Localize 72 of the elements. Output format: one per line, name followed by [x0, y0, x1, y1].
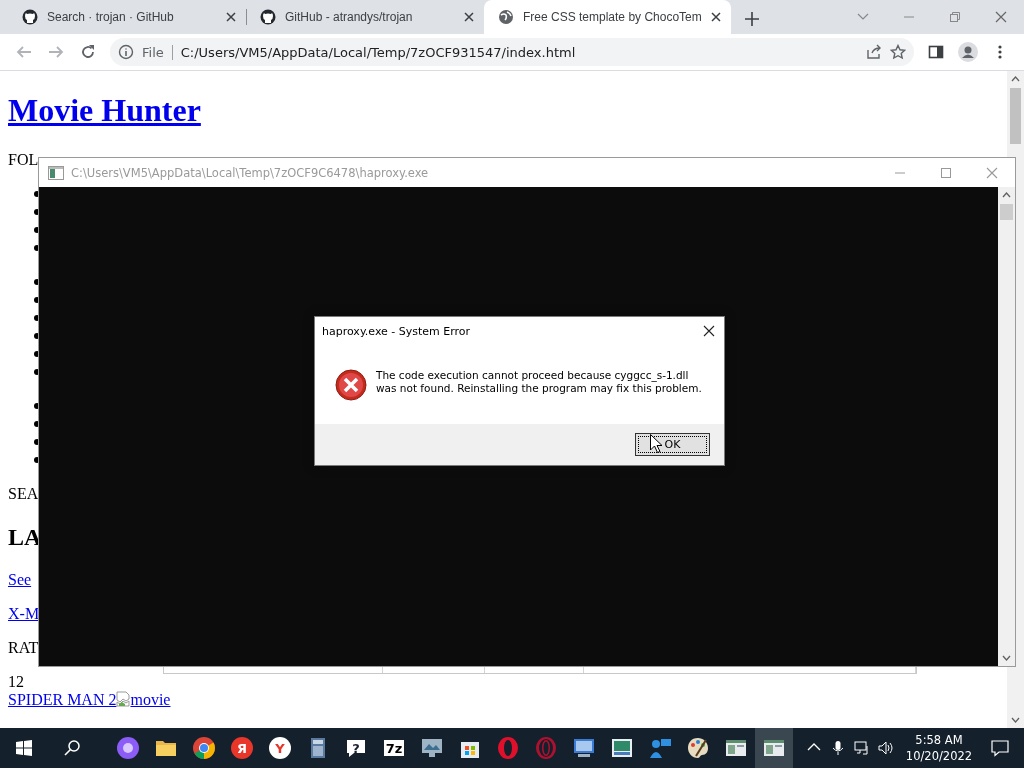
scrollbar-thumb[interactable]	[1010, 88, 1021, 144]
letter-icon: Я	[230, 736, 254, 760]
mouse-cursor-icon	[650, 434, 662, 453]
notification-icon[interactable]	[991, 739, 1009, 757]
start-icon	[16, 740, 32, 756]
browser-tab[interactable]: GitHub - atrandys/trojan	[246, 0, 484, 34]
close-icon[interactable]	[710, 12, 721, 22]
ok-button[interactable]: OK	[635, 433, 710, 456]
broken-image-icon	[116, 690, 131, 707]
taskbar-button[interactable]: 7z	[375, 728, 413, 768]
page-text: 12	[8, 672, 25, 691]
ring-icon	[496, 736, 520, 760]
cat-icon	[22, 9, 38, 25]
new-tab-icon[interactable]	[744, 12, 759, 26]
clock[interactable]: 5:58 AM 10/20/2022	[902, 732, 976, 764]
people-icon	[648, 736, 672, 760]
scrollbar[interactable]	[998, 187, 1015, 666]
browser-tab[interactable]: Search · trojan · GitHub	[8, 0, 246, 34]
scroll-up-icon[interactable]	[1002, 192, 1011, 198]
page-link[interactable]: See	[8, 570, 32, 588]
taskbar-button[interactable]	[755, 728, 793, 768]
scroll-down-icon[interactable]	[1002, 655, 1011, 661]
globe-icon	[498, 9, 514, 25]
browser-tab[interactable]: Free CSS template by ChocoTem	[484, 0, 731, 34]
error-icon	[335, 368, 367, 401]
sidebar-icon[interactable]	[928, 44, 944, 60]
window-title: C:\Users\VM5\AppData\Local\Temp\7zOCF9C6478\haproxy.exe	[71, 165, 430, 180]
page-link[interactable]: X-M	[8, 604, 40, 622]
page-text: SEA	[8, 484, 40, 503]
info-icon	[118, 44, 134, 60]
taskbar-button[interactable]: Y	[261, 728, 299, 768]
scroll-down-icon[interactable]	[1011, 717, 1020, 723]
microphone-icon[interactable]	[830, 740, 846, 756]
scrollbar-thumb[interactable]	[1000, 204, 1013, 220]
section-heading: LA	[8, 522, 43, 551]
cat-icon	[260, 9, 276, 25]
orb-icon	[116, 736, 140, 760]
network-icon[interactable]	[854, 740, 870, 756]
scroll-up-icon[interactable]	[1011, 76, 1020, 82]
clock-time: 5:58 AM	[914, 732, 964, 748]
page-text: FOL	[8, 150, 40, 169]
address-bar[interactable]: File C:/Users/VM5/AppData/Local/Temp/7zOCF931547/index.html	[110, 38, 914, 66]
page-text: RAT	[8, 638, 40, 657]
computer-icon	[572, 736, 596, 760]
close-icon[interactable]	[703, 325, 715, 337]
address-url: C:/Users/VM5/AppData/Local/Temp/7zOCF931547/index.html	[180, 44, 576, 60]
profile-icon[interactable]	[958, 42, 978, 62]
console-icon	[48, 165, 64, 180]
close-icon[interactable]	[226, 12, 236, 22]
restore-icon[interactable]	[949, 11, 961, 23]
error-message: The code execution cannot proceed because cyggcc_s-1.dll was not found. Reinstalling the program may fix this problem.	[376, 368, 702, 395]
volume-icon[interactable]	[878, 740, 894, 756]
scheme-label: File	[142, 44, 173, 60]
share-icon[interactable]	[866, 44, 882, 60]
taskbar-button[interactable]: ?	[337, 728, 375, 768]
image-alt-link[interactable]: movie	[130, 690, 171, 708]
dialog-title: haproxy.exe - System Error	[322, 324, 472, 338]
star-icon[interactable]	[890, 44, 906, 60]
clock-date: 10/20/2022	[904, 748, 974, 764]
reload-icon[interactable]	[80, 44, 96, 60]
image-icon	[610, 736, 634, 760]
site-title-link[interactable]: Movie Hunter	[8, 92, 201, 129]
monitor-icon	[420, 736, 444, 760]
maximize-icon[interactable]	[940, 166, 952, 179]
letter-icon: Y	[268, 736, 292, 760]
title-link[interactable]: SPIDER MAN 2	[8, 690, 117, 708]
browser-icon	[192, 736, 216, 760]
search-icon	[64, 740, 80, 756]
palette-icon	[686, 736, 710, 760]
close-icon[interactable]	[464, 12, 474, 22]
ring-icon	[534, 736, 558, 760]
taskbar-button[interactable]: Я	[223, 728, 261, 768]
